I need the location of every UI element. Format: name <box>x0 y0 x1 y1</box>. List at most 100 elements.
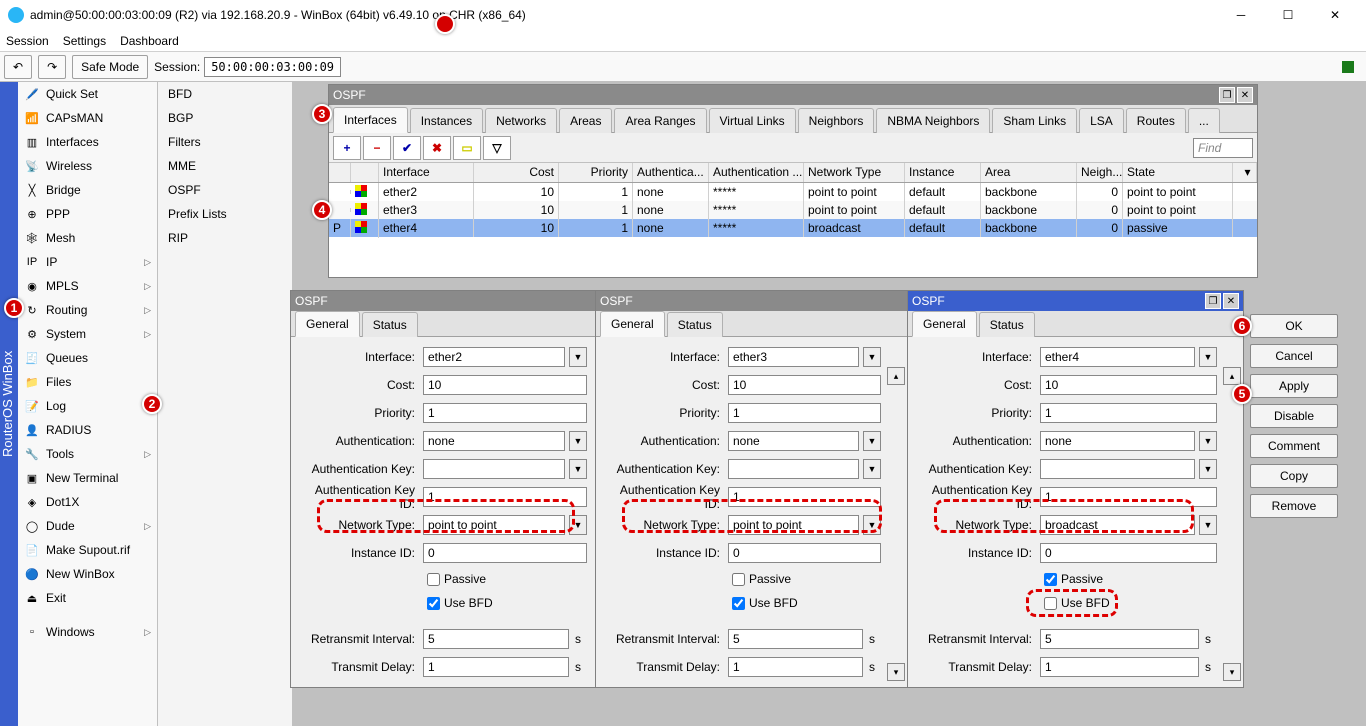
instanceid-field[interactable]: 0 <box>1040 543 1217 563</box>
sidebar-item-ip[interactable]: IPIP▷ <box>18 250 157 274</box>
cancel-button[interactable]: Cancel <box>1250 344 1338 368</box>
sidebar-item-new-winbox[interactable]: 🔵New WinBox <box>18 562 157 586</box>
filter-button[interactable]: ▽ <box>483 136 511 160</box>
sidebar-item-new-terminal[interactable]: ▣New Terminal <box>18 466 157 490</box>
chevron-down-icon[interactable]: ▼ <box>569 459 587 479</box>
chevron-down-icon[interactable]: ▼ <box>1199 459 1217 479</box>
tab-status[interactable]: Status <box>667 312 723 337</box>
chevron-down-icon[interactable]: ▼ <box>569 515 587 535</box>
find-input[interactable]: Find <box>1193 138 1253 158</box>
authkeyid-field[interactable]: 1 <box>423 487 587 507</box>
tab--[interactable]: ... <box>1188 108 1220 133</box>
chevron-down-icon[interactable]: ▼ <box>863 431 881 451</box>
priority-field[interactable]: 1 <box>728 403 881 423</box>
sidebar-item-bridge[interactable]: ╳Bridge <box>18 178 157 202</box>
minimize-button[interactable]: ─ <box>1218 0 1264 30</box>
dialog-header[interactable]: OSPF <box>596 291 907 311</box>
retransmit-field[interactable]: 5 <box>728 629 863 649</box>
chevron-down-icon[interactable]: ▼ <box>863 347 881 367</box>
disable-button[interactable]: Disable <box>1250 404 1338 428</box>
retransmit-field[interactable]: 5 <box>1040 629 1199 649</box>
menu-dashboard[interactable]: Dashboard <box>120 34 179 48</box>
menu-settings[interactable]: Settings <box>63 34 106 48</box>
authkey-field[interactable] <box>728 459 859 479</box>
disable-button[interactable]: ✖ <box>423 136 451 160</box>
sidebar-item-capsman[interactable]: 📶CAPsMAN <box>18 106 157 130</box>
tab-area-ranges[interactable]: Area Ranges <box>614 108 706 133</box>
menu-session[interactable]: Session <box>6 34 49 48</box>
submenu-item-bfd[interactable]: BFD <box>158 82 292 106</box>
sidebar-item-dude[interactable]: ◯Dude▷ <box>18 514 157 538</box>
col-header[interactable]: Authentication ... <box>709 163 804 182</box>
dialog-restore-button[interactable]: ❐ <box>1205 293 1221 309</box>
sidebar-item-routing[interactable]: ↻Routing▷ <box>18 298 157 322</box>
tab-general[interactable]: General <box>295 311 360 337</box>
interface-field[interactable]: ether3 <box>728 347 859 367</box>
scroll-up-icon[interactable]: ▴ <box>887 367 905 385</box>
authkeyid-field[interactable]: 1 <box>1040 487 1217 507</box>
sidebar-item-tools[interactable]: 🔧Tools▷ <box>18 442 157 466</box>
col-header[interactable]: Area <box>981 163 1077 182</box>
ok-button[interactable]: OK <box>1250 314 1338 338</box>
scroll-down-icon[interactable]: ▾ <box>887 663 905 681</box>
columns-dropdown-icon[interactable]: ▾ <box>1239 163 1257 182</box>
comment-button[interactable]: Comment <box>1250 434 1338 458</box>
add-button[interactable]: + <box>333 136 361 160</box>
auth-field[interactable]: none <box>1040 431 1195 451</box>
sidebar-item-make-supout.rif[interactable]: 📄Make Supout.rif <box>18 538 157 562</box>
passive-checkbox[interactable] <box>732 573 745 586</box>
col-header[interactable]: Interface <box>379 163 474 182</box>
sidebar-item-files[interactable]: 📁Files <box>18 370 157 394</box>
dialog-header[interactable]: OSPF ❐✕ <box>908 291 1243 311</box>
tab-status[interactable]: Status <box>362 312 418 337</box>
passive-checkbox[interactable] <box>1044 573 1057 586</box>
instanceid-field[interactable]: 0 <box>728 543 881 563</box>
tab-neighbors[interactable]: Neighbors <box>798 108 875 133</box>
safe-mode-button[interactable]: Safe Mode <box>72 55 148 79</box>
enable-button[interactable]: ✔ <box>393 136 421 160</box>
submenu-item-rip[interactable]: RIP <box>158 226 292 250</box>
tab-networks[interactable]: Networks <box>485 108 557 133</box>
chevron-down-icon[interactable]: ▼ <box>1199 515 1217 535</box>
sidebar-item-exit[interactable]: ⏏Exit <box>18 586 157 610</box>
sidebar-item-system[interactable]: ⚙System▷ <box>18 322 157 346</box>
remove-button[interactable]: Remove <box>1250 494 1338 518</box>
priority-field[interactable]: 1 <box>1040 403 1217 423</box>
ospf-window-header[interactable]: OSPF ❐ ✕ <box>329 85 1257 105</box>
sidebar-item-radius[interactable]: 👤RADIUS <box>18 418 157 442</box>
usebfd-checkbox[interactable] <box>427 597 440 610</box>
sidebar-item-log[interactable]: 📝Log <box>18 394 157 418</box>
submenu-item-bgp[interactable]: BGP <box>158 106 292 130</box>
nettype-field[interactable]: point to point <box>728 515 859 535</box>
sidebar-item-quick-set[interactable]: 🖊️Quick Set <box>18 82 157 106</box>
sidebar-item-dot1x[interactable]: ◈Dot1X <box>18 490 157 514</box>
table-row[interactable]: ether2101none*****point to pointdefaultb… <box>329 183 1257 201</box>
ospf-restore-button[interactable]: ❐ <box>1219 87 1235 103</box>
priority-field[interactable]: 1 <box>423 403 587 423</box>
tab-interfaces[interactable]: Interfaces <box>333 107 408 133</box>
chevron-down-icon[interactable]: ▼ <box>569 431 587 451</box>
tab-status[interactable]: Status <box>979 312 1035 337</box>
usebfd-checkbox[interactable] <box>732 597 745 610</box>
col-header[interactable]: Cost <box>474 163 559 182</box>
col-header[interactable]: Network Type <box>804 163 905 182</box>
interface-field[interactable]: ether2 <box>423 347 565 367</box>
usebfd-checkbox[interactable] <box>1044 597 1057 610</box>
retransmit-field[interactable]: 5 <box>423 629 569 649</box>
submenu-item-prefix-lists[interactable]: Prefix Lists <box>158 202 292 226</box>
col-header[interactable]: Authentica... <box>633 163 709 182</box>
tab-virtual-links[interactable]: Virtual Links <box>709 108 796 133</box>
tab-instances[interactable]: Instances <box>410 108 483 133</box>
col-header[interactable]: Priority <box>559 163 633 182</box>
authkey-field[interactable] <box>423 459 565 479</box>
copy-button[interactable]: Copy <box>1250 464 1338 488</box>
nettype-field[interactable]: point to point <box>423 515 565 535</box>
tab-lsa[interactable]: LSA <box>1079 108 1124 133</box>
comment-button[interactable]: ▭ <box>453 136 481 160</box>
dialog-close-button[interactable]: ✕ <box>1223 293 1239 309</box>
sidebar-item-wireless[interactable]: 📡Wireless <box>18 154 157 178</box>
transmitdelay-field[interactable]: 1 <box>728 657 863 677</box>
remove-button[interactable]: − <box>363 136 391 160</box>
passive-checkbox[interactable] <box>427 573 440 586</box>
instanceid-field[interactable]: 0 <box>423 543 587 563</box>
